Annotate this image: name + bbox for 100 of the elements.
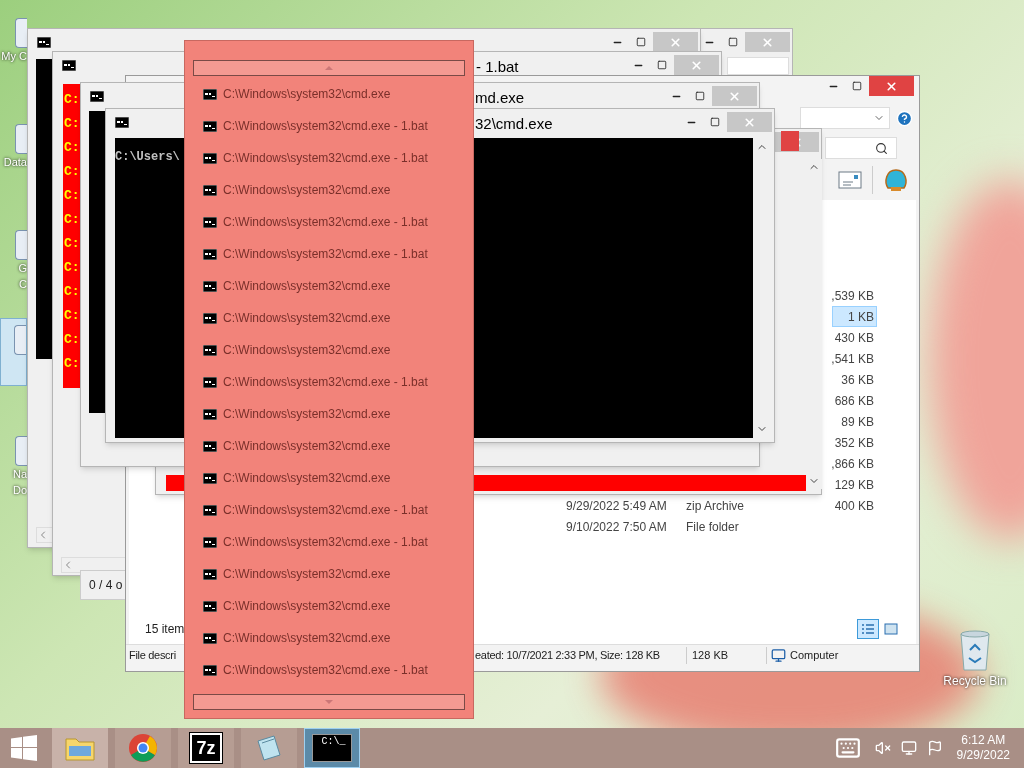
maximize-icon bbox=[852, 81, 862, 91]
window-list-item[interactable]: C:\Windows\system32\cmd.exe - 1.bat bbox=[193, 501, 465, 533]
console-line: C: bbox=[64, 116, 80, 132]
close-button[interactable] bbox=[869, 76, 914, 96]
close-icon bbox=[728, 89, 741, 103]
console-icon bbox=[90, 90, 104, 102]
window-list-item[interactable]: C:\Windows\system32\cmd.exe bbox=[193, 85, 465, 117]
file-row[interactable]: 9/29/2022 5:49 AM zip Archive 400 KB bbox=[565, 495, 877, 516]
maximize-icon bbox=[695, 91, 705, 101]
console-line: C: bbox=[64, 308, 80, 324]
mail-icon bbox=[838, 171, 862, 189]
console-line: C: bbox=[64, 284, 80, 300]
console-line: C: bbox=[64, 212, 80, 228]
clock-time[interactable]: 6:12 AM bbox=[961, 733, 1006, 748]
folder-icon bbox=[65, 735, 95, 761]
console-icon bbox=[203, 473, 217, 484]
file-row[interactable]: 36 KB bbox=[832, 369, 877, 390]
file-row[interactable]: 89 KB bbox=[832, 411, 877, 432]
size-cell-text: 36 KB bbox=[841, 371, 874, 389]
console-icon bbox=[203, 633, 217, 644]
console-icon bbox=[203, 89, 217, 100]
file-row[interactable]: 9/10/2022 7:50 AM File folder bbox=[565, 516, 877, 537]
status-text: Computer bbox=[790, 648, 839, 664]
close-icon bbox=[690, 58, 703, 72]
help-icon[interactable] bbox=[896, 109, 913, 127]
maximize-icon bbox=[657, 60, 667, 70]
icon-label: C bbox=[19, 277, 27, 292]
date-cell: 9/10/2022 7:50 AM bbox=[566, 519, 667, 534]
window-list-item[interactable]: C:\Windows\system32\cmd.exe bbox=[193, 277, 465, 309]
size-cell-text: 89 KB bbox=[841, 413, 874, 431]
network-icon[interactable] bbox=[900, 740, 917, 756]
window-list-item[interactable]: C:\Windows\system32\cmd.exe bbox=[193, 181, 465, 213]
window-list-item[interactable]: C:\Windows\system32\cmd.exe bbox=[193, 629, 465, 661]
details-view-button[interactable] bbox=[857, 619, 879, 639]
window-list-item[interactable]: C:\Windows\system32\cmd.exe bbox=[193, 597, 465, 629]
file-row[interactable]: 1 KB bbox=[832, 306, 877, 327]
window-list-item[interactable]: C:\Windows\system32\cmd.exe - 1.bat bbox=[193, 533, 465, 565]
close-icon bbox=[761, 35, 774, 49]
window-list-item[interactable]: C:\Windows\system32\cmd.exe bbox=[193, 565, 465, 597]
window-title: 32\cmd.exe bbox=[475, 114, 553, 134]
taskbar-button[interactable] bbox=[115, 728, 171, 768]
window-list-item[interactable]: C:\Windows\system32\cmd.exe bbox=[193, 405, 465, 437]
console-icon bbox=[203, 313, 217, 324]
close-icon bbox=[743, 115, 756, 129]
size-cell-text: 400 KB bbox=[834, 497, 874, 515]
windows-logo-icon bbox=[11, 735, 37, 761]
window-list-item[interactable]: C:\Windows\system32\cmd.exe - 1.bat bbox=[193, 661, 465, 693]
maximize-icon bbox=[636, 37, 646, 47]
clock-date[interactable]: 9/29/2022 bbox=[956, 748, 1010, 763]
shell-icon bbox=[883, 168, 909, 192]
console-line: C: bbox=[64, 188, 80, 204]
window-list-item[interactable]: C:\Windows\system32\cmd.exe - 1.bat bbox=[193, 373, 465, 405]
console-icon bbox=[203, 153, 217, 164]
console-icon bbox=[203, 377, 217, 388]
taskbar-button[interactable] bbox=[241, 728, 297, 768]
console-icon bbox=[203, 569, 217, 580]
window-list-item[interactable]: C:\Windows\system32\cmd.exe bbox=[193, 469, 465, 501]
icon-label: Na bbox=[12, 467, 27, 482]
search-icon bbox=[875, 141, 888, 155]
status-text: eated: 10/7/2021 2:33 PM, Size: 128 KB bbox=[475, 649, 660, 662]
window-list-item[interactable]: C:\Windows\system32\cmd.exe - 1.bat bbox=[193, 117, 465, 149]
console-icon bbox=[203, 345, 217, 356]
console-icon bbox=[115, 116, 129, 128]
address-field[interactable] bbox=[800, 107, 890, 129]
browser-icon bbox=[128, 733, 158, 763]
window-list-item[interactable]: C:\Windows\system32\cmd.exe - 1.bat bbox=[193, 149, 465, 181]
taskbar-button[interactable]: 7z bbox=[178, 728, 234, 768]
console-icon bbox=[37, 36, 51, 48]
archiver-logo: 7z bbox=[190, 733, 222, 763]
window-list-item[interactable]: C:\Windows\system32\cmd.exe bbox=[193, 341, 465, 373]
flag-icon[interactable] bbox=[926, 740, 943, 756]
window-list-item[interactable]: C:\Windows\system32\cmd.exe - 1.bat bbox=[193, 245, 465, 277]
muted-speaker-icon[interactable] bbox=[874, 740, 891, 756]
search-field[interactable] bbox=[825, 137, 897, 159]
console-icon bbox=[203, 505, 217, 516]
icon-label: G bbox=[18, 261, 27, 276]
keyboard-icon[interactable] bbox=[834, 735, 861, 761]
window-list-item[interactable]: C:\Windows\system32\cmd.exe - 1.bat bbox=[193, 213, 465, 245]
desktop-icon[interactable] bbox=[0, 318, 27, 386]
window-title: md.exe bbox=[475, 88, 525, 108]
taskbar-button[interactable]: C:\_ bbox=[304, 728, 360, 768]
console-icon bbox=[203, 281, 217, 292]
status-text: 0 / 4 o bbox=[89, 577, 123, 594]
status-text: 128 KB bbox=[692, 649, 729, 662]
console-icon bbox=[203, 185, 217, 196]
date-cell: 9/29/2022 5:49 AM bbox=[566, 498, 667, 513]
icon-label: Recycle Bin bbox=[943, 673, 1007, 690]
console-icon bbox=[203, 409, 217, 420]
scroll-up-button[interactable] bbox=[193, 60, 465, 76]
console-icon bbox=[203, 537, 217, 548]
icon-label: My C bbox=[1, 49, 27, 64]
notepad-icon bbox=[254, 733, 284, 763]
close-icon bbox=[669, 35, 682, 49]
type-cell: File folder bbox=[686, 519, 739, 534]
window-title: - 1.bat bbox=[476, 57, 519, 77]
window-list-item[interactable]: C:\Windows\system32\cmd.exe bbox=[193, 309, 465, 341]
taskbar-button[interactable] bbox=[52, 728, 108, 768]
scroll-down-button[interactable] bbox=[193, 694, 465, 710]
type-cell: zip Archive bbox=[686, 498, 745, 513]
window-list-item[interactable]: C:\Windows\system32\cmd.exe bbox=[193, 437, 465, 469]
